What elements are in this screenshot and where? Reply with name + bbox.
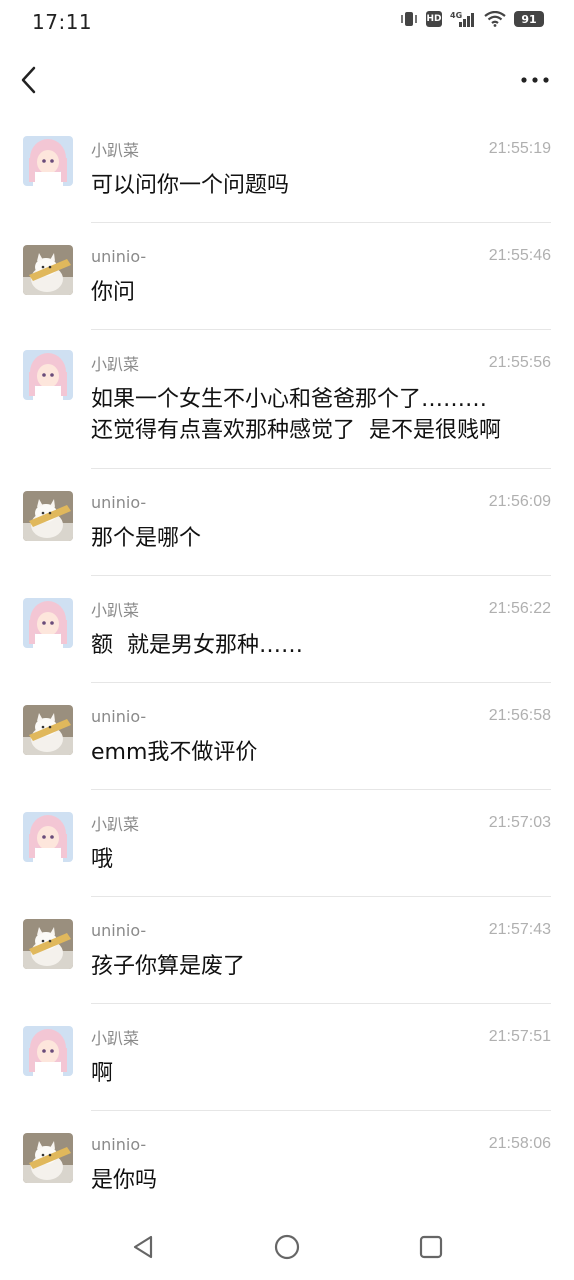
message-text[interactable]: emm我不做评价: [91, 737, 551, 768]
message-body: 小趴菜 21:55:56 如果一个女生不小心和爸爸那个了……… 还觉得有点喜欢那种…: [91, 330, 551, 469]
avatar-cat[interactable]: [23, 705, 73, 755]
chat-message: 小趴菜 21:55:56 如果一个女生不小心和爸爸那个了……… 还觉得有点喜欢那种…: [0, 330, 574, 469]
back-icon[interactable]: [16, 62, 46, 98]
avatar-cat[interactable]: [23, 1133, 73, 1183]
chat-message: 小趴菜 21:57:03 哦: [0, 790, 574, 897]
chat-message: uninio- 21:57:43 孩子你算是废了: [0, 897, 574, 1004]
chat-message: 小趴菜 21:55:19 可以问你一个问题吗: [0, 116, 574, 223]
wifi-icon: [484, 11, 506, 27]
chat-message: uninio- 21:58:06 是你吗: [0, 1111, 574, 1213]
sender-name: 小趴菜: [91, 355, 140, 374]
status-icons: HD 4G 91: [400, 10, 544, 28]
sender-name: uninio-: [91, 920, 147, 940]
message-time: 21:56:09: [488, 493, 551, 510]
avatar-anime-girl[interactable]: [23, 136, 73, 186]
message-body: 小趴菜 21:57:03 哦: [91, 790, 551, 897]
signal-icon: 4G: [450, 10, 476, 28]
chat-message: uninio- 21:55:46 你问: [0, 223, 574, 330]
message-text[interactable]: 额 就是男女那种……: [91, 630, 551, 661]
chat-list: 小趴菜 21:55:19 可以问你一个问题吗 uninio- 21:55:46 你问…: [0, 116, 574, 1213]
sender-name: 小趴菜: [91, 815, 140, 834]
chat-message: uninio- 21:56:58 emm我不做评价: [0, 683, 574, 790]
nav-recent-icon[interactable]: [416, 1232, 446, 1262]
sender-name: 小趴菜: [91, 141, 140, 160]
top-bar: [0, 52, 574, 108]
message-body: uninio- 21:56:09 那个是哪个: [91, 469, 551, 576]
message-time: 21:57:51: [488, 1028, 551, 1045]
message-body: 小趴菜 21:57:51 啊: [91, 1004, 551, 1111]
avatar-anime-girl[interactable]: [23, 812, 73, 862]
chat-message: 小趴菜 21:57:51 啊: [0, 1004, 574, 1111]
avatar-cat[interactable]: [23, 491, 73, 541]
message-time: 21:56:58: [488, 707, 551, 724]
more-icon[interactable]: [518, 66, 552, 94]
message-body: uninio- 21:57:43 孩子你算是废了: [91, 897, 551, 1004]
message-body: 小趴菜 21:56:22 额 就是男女那种……: [91, 576, 551, 683]
message-text[interactable]: 哦: [91, 844, 551, 875]
message-time: 21:55:19: [488, 140, 551, 157]
status-bar: 17:11 HD 4G 91: [0, 0, 574, 44]
message-text[interactable]: 那个是哪个: [91, 523, 551, 554]
chat-message: 小趴菜 21:56:22 额 就是男女那种……: [0, 576, 574, 683]
message-time: 21:55:46: [488, 247, 551, 264]
nav-back-icon[interactable]: [129, 1232, 159, 1262]
avatar-anime-girl[interactable]: [23, 350, 73, 400]
vibrate-icon: [400, 11, 418, 27]
message-time: 21:58:06: [488, 1135, 551, 1152]
status-time: 17:11: [32, 10, 93, 34]
hd-icon: HD: [426, 11, 442, 27]
avatar-cat[interactable]: [23, 919, 73, 969]
sender-name: uninio-: [91, 706, 147, 726]
battery-icon: 91: [514, 11, 544, 27]
sender-name: uninio-: [91, 1134, 147, 1154]
system-nav-bar: [0, 1218, 574, 1274]
message-time: 21:55:56: [488, 354, 551, 371]
message-text[interactable]: 可以问你一个问题吗: [91, 170, 551, 201]
sender-name: uninio-: [91, 492, 147, 512]
message-text[interactable]: 啊: [91, 1058, 551, 1089]
network-label: 4G: [450, 11, 462, 20]
message-text[interactable]: 孩子你算是废了: [91, 951, 551, 982]
sender-name: 小趴菜: [91, 1029, 140, 1048]
avatar-anime-girl[interactable]: [23, 1026, 73, 1076]
message-body: uninio- 21:58:06 是你吗: [91, 1111, 551, 1213]
message-time: 21:57:43: [488, 921, 551, 938]
sender-name: 小趴菜: [91, 601, 140, 620]
message-body: 小趴菜 21:55:19 可以问你一个问题吗: [91, 116, 551, 223]
message-text[interactable]: 你问: [91, 277, 551, 308]
sender-name: uninio-: [91, 246, 147, 266]
message-time: 21:57:03: [488, 814, 551, 831]
chat-message: uninio- 21:56:09 那个是哪个: [0, 469, 574, 576]
avatar-anime-girl[interactable]: [23, 598, 73, 648]
avatar-cat[interactable]: [23, 245, 73, 295]
message-text[interactable]: 如果一个女生不小心和爸爸那个了……… 还觉得有点喜欢那种感觉了 是不是很贱啊: [91, 384, 551, 446]
message-time: 21:56:22: [488, 600, 551, 617]
message-body: uninio- 21:56:58 emm我不做评价: [91, 683, 551, 790]
message-body: uninio- 21:55:46 你问: [91, 223, 551, 330]
message-text[interactable]: 是你吗: [91, 1165, 551, 1196]
nav-home-icon[interactable]: [272, 1232, 302, 1262]
